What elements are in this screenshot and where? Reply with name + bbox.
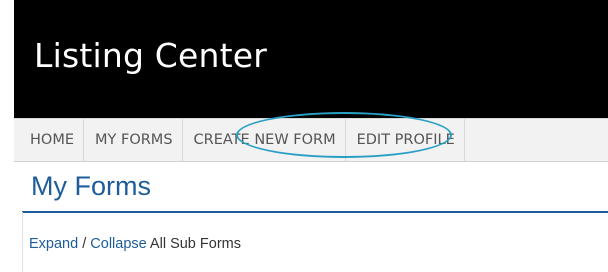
- listing-center-page: Listing Center HOME MY FORMS CREATE NEW …: [0, 0, 608, 272]
- nav-create-new-form[interactable]: CREATE NEW FORM: [183, 119, 346, 161]
- nav-home[interactable]: HOME: [14, 119, 84, 161]
- title-divider: [22, 211, 608, 213]
- page-title: My Forms: [31, 171, 151, 201]
- collapse-link[interactable]: Collapse: [90, 236, 146, 252]
- nav-edit-profile[interactable]: EDIT PROFILE: [346, 119, 465, 161]
- expand-link[interactable]: Expand: [29, 236, 78, 252]
- toggle-separator: /: [78, 236, 91, 252]
- subforms-label: All Sub Forms: [146, 236, 241, 252]
- app-header: Listing Center: [14, 0, 608, 118]
- subforms-toggle-row: Expand / Collapse All Sub Forms: [29, 236, 241, 252]
- content-left-border: [22, 212, 23, 272]
- nav-my-forms[interactable]: MY FORMS: [84, 119, 183, 161]
- app-title: Listing Center: [34, 36, 268, 75]
- main-nav: HOME MY FORMS CREATE NEW FORM EDIT PROFI…: [14, 118, 608, 162]
